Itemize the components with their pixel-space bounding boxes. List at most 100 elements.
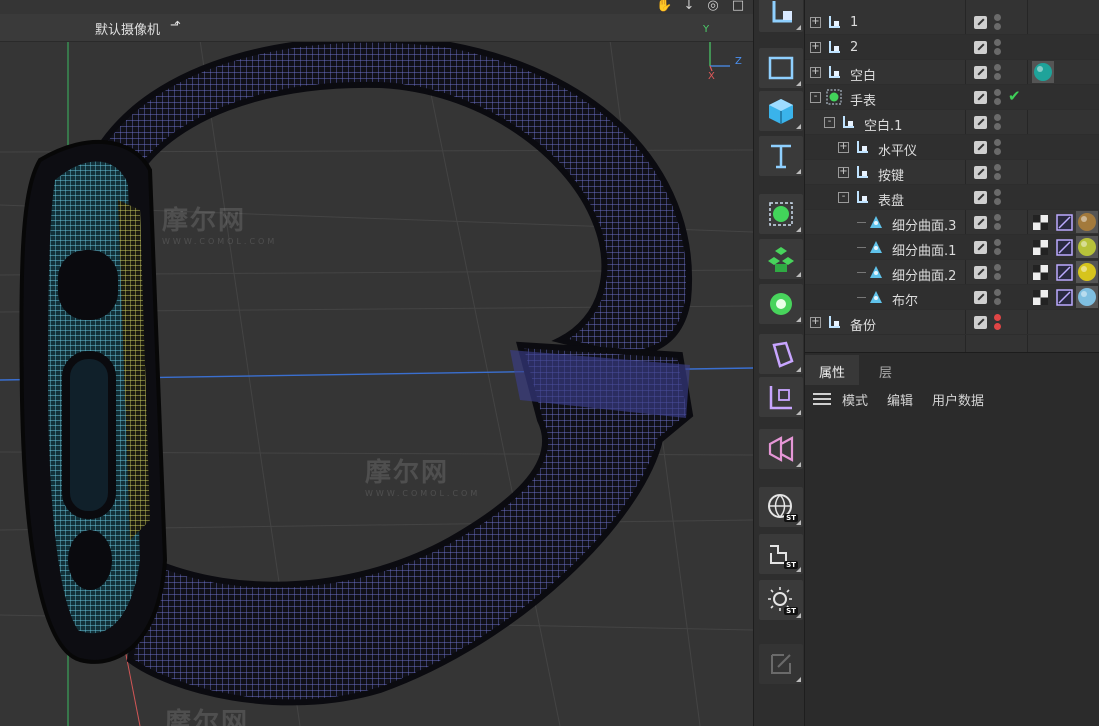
viewport-scene[interactable]: [0, 0, 753, 726]
object-name[interactable]: 2: [850, 40, 858, 55]
render-visibility-dot[interactable]: [994, 23, 1001, 30]
camera-icon[interactable]: ⬏: [170, 18, 181, 33]
uvw-tag-icon[interactable]: [1032, 289, 1049, 306]
editor-visibility-dot[interactable]: [994, 114, 1001, 121]
tab-layers[interactable]: 层: [865, 355, 906, 385]
object-row[interactable]: + 备份: [805, 310, 1099, 335]
enabled-check-icon[interactable]: ✔: [1008, 87, 1021, 105]
expand-icon[interactable]: +: [838, 142, 849, 153]
object-name[interactable]: 水平仪: [878, 140, 917, 159]
render-visibility-dot[interactable]: [994, 48, 1001, 55]
object-row[interactable]: + 水平仪: [805, 135, 1099, 160]
extrude-button[interactable]: [759, 334, 803, 374]
material-tag-icon[interactable]: [1076, 236, 1098, 258]
maximize-icon[interactable]: □: [730, 0, 746, 14]
render-visibility-dot[interactable]: [994, 198, 1001, 205]
menu-user-data[interactable]: 用户数据: [932, 390, 984, 409]
object-name[interactable]: 细分曲面.1: [892, 240, 956, 259]
cube-button[interactable]: [759, 91, 803, 131]
expand-icon[interactable]: +: [810, 317, 821, 328]
phong-tag-icon[interactable]: [1056, 214, 1073, 231]
material-tag-icon[interactable]: [1032, 61, 1054, 83]
render-visibility-dot[interactable]: [994, 248, 1001, 255]
object-name[interactable]: 细分曲面.3: [892, 215, 956, 234]
tab-attributes[interactable]: 属性: [805, 355, 860, 385]
render-visibility-dot[interactable]: [994, 123, 1001, 130]
object-row[interactable]: 细分曲面.2: [805, 260, 1099, 285]
render-visibility-dot[interactable]: [994, 98, 1001, 105]
layer-edit-icon[interactable]: [974, 191, 987, 204]
object-name[interactable]: 细分曲面.2: [892, 265, 956, 284]
menu-edit[interactable]: 编辑: [887, 390, 913, 409]
render-visibility-dot[interactable]: [994, 173, 1001, 180]
editor-visibility-dot[interactable]: [994, 189, 1001, 196]
object-row[interactable]: 布尔: [805, 285, 1099, 310]
collapse-icon[interactable]: -: [838, 192, 849, 203]
object-row[interactable]: + 按键: [805, 160, 1099, 185]
material-tag-icon[interactable]: [1076, 211, 1098, 233]
editor-visibility-dot[interactable]: [994, 239, 1001, 246]
editor-visibility-dot[interactable]: [994, 14, 1001, 21]
object-name[interactable]: 表盘: [878, 190, 904, 209]
phong-tag-icon[interactable]: [1056, 264, 1073, 281]
object-name[interactable]: 手表: [850, 90, 876, 109]
sky-st-button[interactable]: ST: [759, 487, 803, 527]
expand-icon[interactable]: +: [810, 17, 821, 28]
expand-icon[interactable]: +: [810, 67, 821, 78]
editor-visibility-dot[interactable]: [994, 264, 1001, 271]
editor-visibility-dot[interactable]: [994, 89, 1001, 96]
render-visibility-dot[interactable]: [994, 148, 1001, 155]
object-row[interactable]: - 手表 ✔: [805, 85, 1099, 110]
layer-edit-icon[interactable]: [974, 41, 987, 54]
rectangle-spline-button[interactable]: [759, 48, 803, 88]
cloner-button[interactable]: [759, 239, 803, 279]
object-row[interactable]: 细分曲面.3: [805, 210, 1099, 235]
object-name[interactable]: 按键: [878, 165, 904, 184]
render-visibility-dot[interactable]: [994, 298, 1001, 305]
collapse-icon[interactable]: -: [810, 92, 821, 103]
editor-visibility-dot[interactable]: [994, 214, 1001, 221]
3d-viewport[interactable]: 默认摄像机 ⬏ ✋ ↓ ◎ □ Y Z X 摩尔网 WWW.COMOL.COM 摩…: [0, 0, 753, 726]
layer-edit-icon[interactable]: [974, 166, 987, 179]
hamburger-icon[interactable]: [813, 393, 831, 405]
text-spline-button[interactable]: [759, 136, 803, 176]
uvw-tag-icon[interactable]: [1032, 264, 1049, 281]
subdivision-surface-button[interactable]: [759, 194, 803, 234]
layer-edit-icon[interactable]: [974, 291, 987, 304]
object-row[interactable]: - 空白.1: [805, 110, 1099, 135]
layer-edit-icon[interactable]: [974, 66, 987, 79]
uvw-tag-icon[interactable]: [1032, 214, 1049, 231]
null-object-button[interactable]: [759, 0, 803, 32]
layer-edit-icon[interactable]: [974, 241, 987, 254]
editor-visibility-dot[interactable]: [994, 314, 1001, 321]
object-name[interactable]: 1: [850, 15, 858, 30]
object-row[interactable]: +2: [805, 35, 1099, 60]
object-name[interactable]: 空白.1: [864, 115, 902, 134]
phong-tag-icon[interactable]: [1056, 289, 1073, 306]
expand-icon[interactable]: +: [810, 42, 821, 53]
light-st-button[interactable]: ST: [759, 580, 803, 620]
expand-icon[interactable]: +: [838, 167, 849, 178]
coordinate-system-button[interactable]: [759, 377, 803, 417]
object-name[interactable]: 布尔: [892, 290, 918, 309]
editor-visibility-dot[interactable]: [994, 39, 1001, 46]
object-row[interactable]: - 表盘: [805, 185, 1099, 210]
bend-deformer-button[interactable]: [759, 284, 803, 324]
orbit-icon[interactable]: ◎: [705, 0, 721, 14]
layer-edit-icon[interactable]: [974, 216, 987, 229]
object-row[interactable]: 细分曲面.1: [805, 235, 1099, 260]
editor-visibility-dot[interactable]: [994, 64, 1001, 71]
collapse-icon[interactable]: -: [824, 117, 835, 128]
object-row[interactable]: +1: [805, 10, 1099, 35]
uvw-tag-icon[interactable]: [1032, 239, 1049, 256]
layer-edit-icon[interactable]: [974, 316, 987, 329]
menu-mode[interactable]: 模式: [842, 390, 868, 409]
object-name[interactable]: 空白: [850, 65, 876, 84]
watch-model[interactable]: [19, 36, 694, 706]
editor-visibility-dot[interactable]: [994, 164, 1001, 171]
render-visibility-dot[interactable]: [994, 73, 1001, 80]
material-tag-icon[interactable]: [1076, 261, 1098, 283]
material-tag-icon[interactable]: [1076, 286, 1098, 308]
editor-visibility-dot[interactable]: [994, 139, 1001, 146]
camera-st-button[interactable]: ST: [759, 534, 803, 574]
